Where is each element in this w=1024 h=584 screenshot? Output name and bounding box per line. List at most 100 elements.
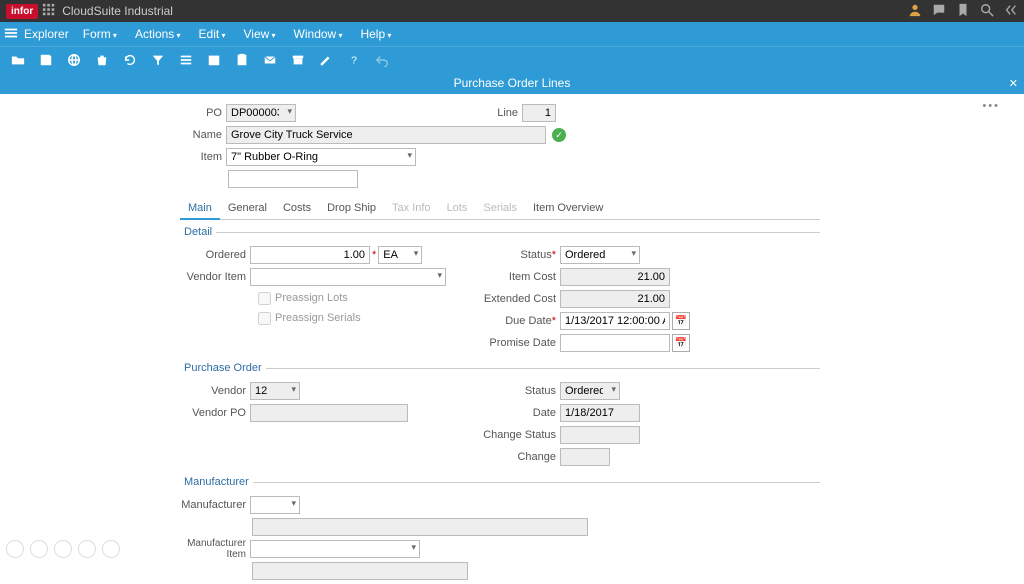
tab-lots: Lots xyxy=(439,198,476,219)
tab-costs[interactable]: Costs xyxy=(275,198,319,219)
globe-icon[interactable] xyxy=(62,50,86,70)
app-grid-icon[interactable] xyxy=(42,3,56,20)
mfr-legend: Manufacturer xyxy=(180,476,253,488)
preassign-lots-checkbox[interactable]: Preassign Lots xyxy=(180,288,480,308)
change-status-label: Change Status xyxy=(480,429,560,441)
refresh-icon[interactable] xyxy=(118,50,142,70)
menubar: Explorer Form Actions Edit View Window H… xyxy=(0,22,1024,46)
calendar-picker-icon[interactable]: 📅 xyxy=(672,312,690,330)
tab-main[interactable]: Main xyxy=(180,198,220,220)
detail-group: Detail Ordered * Vendor Item Preassign L… xyxy=(180,226,820,356)
menu-help[interactable]: Help xyxy=(360,27,391,41)
archive-icon[interactable] xyxy=(286,50,310,70)
po-label: PO xyxy=(0,107,226,119)
more-options-icon[interactable]: ••• xyxy=(982,100,1000,112)
mfr-group: Manufacturer Manufacturer Manufacturer I… xyxy=(180,476,820,584)
po-date-field xyxy=(560,404,640,422)
search-icon[interactable] xyxy=(980,3,994,20)
close-icon[interactable]: ✕ xyxy=(1009,77,1018,90)
vendor-item-field[interactable] xyxy=(250,268,446,286)
tab-tax-info: Tax Info xyxy=(384,198,439,219)
filter-icon[interactable] xyxy=(146,50,170,70)
vendor-po-label: Vendor PO xyxy=(180,407,250,419)
mfr-item-desc-field xyxy=(252,562,468,580)
svg-text:?: ? xyxy=(351,54,357,66)
line-label: Line xyxy=(486,107,522,119)
calendar-picker-icon-2[interactable]: 📅 xyxy=(672,334,690,352)
item-cost-label: Item Cost xyxy=(480,271,560,283)
detail-legend: Detail xyxy=(180,226,216,238)
due-date-field[interactable] xyxy=(560,312,670,330)
vendor-item-label: Vendor Item xyxy=(180,271,250,283)
valid-icon: ✓ xyxy=(552,128,566,142)
toolbar: ? xyxy=(0,46,1024,72)
tab-general[interactable]: General xyxy=(220,198,275,219)
po-field[interactable] xyxy=(226,104,296,122)
user-icon[interactable] xyxy=(908,3,922,20)
menu-view[interactable]: View xyxy=(243,27,275,41)
app-title: CloudSuite Industrial xyxy=(62,4,173,18)
po-group: Purchase Order Vendor Vendor PO Status xyxy=(180,362,820,470)
menu-form[interactable]: Form xyxy=(83,27,117,41)
mail-icon[interactable] xyxy=(258,50,282,70)
item-cost-field xyxy=(560,268,670,286)
item-extra-field[interactable] xyxy=(228,170,358,188)
chat-icon[interactable] xyxy=(932,3,946,20)
due-date-label: Due Date xyxy=(480,315,560,327)
edit-icon[interactable] xyxy=(314,50,338,70)
po-legend: Purchase Order xyxy=(180,362,266,374)
po-date-label: Date xyxy=(480,407,560,419)
menu-actions[interactable]: Actions xyxy=(135,27,181,41)
name-field xyxy=(226,126,546,144)
tab-item-overview[interactable]: Item Overview xyxy=(525,198,611,219)
uom-field[interactable] xyxy=(378,246,422,264)
undo-icon[interactable] xyxy=(370,50,394,70)
save-icon[interactable] xyxy=(34,50,58,70)
form-title: Purchase Order Lines xyxy=(0,76,1024,90)
infor-logo: infor xyxy=(6,4,38,19)
mfr-desc-field xyxy=(252,518,588,536)
vendor-label: Vendor xyxy=(180,385,250,397)
status-field[interactable] xyxy=(560,246,640,264)
titlebar: infor CloudSuite Industrial xyxy=(0,0,1024,22)
help-icon[interactable]: ? xyxy=(342,50,366,70)
promise-date-field[interactable] xyxy=(560,334,670,352)
mfr-item-field[interactable] xyxy=(250,540,420,558)
item-field[interactable] xyxy=(226,148,416,166)
list-icon[interactable] xyxy=(174,50,198,70)
clipboard-icon[interactable] xyxy=(230,50,254,70)
ordered-label: Ordered xyxy=(180,249,250,261)
ext-cost-field xyxy=(560,290,670,308)
po-status-label: Status xyxy=(480,385,560,397)
po-status-field[interactable] xyxy=(560,382,620,400)
hamburger-icon[interactable] xyxy=(4,26,18,43)
footer-indicators xyxy=(6,540,120,558)
line-field xyxy=(522,104,556,122)
tab-drop-ship[interactable]: Drop Ship xyxy=(319,198,384,219)
vendor-field[interactable] xyxy=(250,382,300,400)
name-label: Name xyxy=(0,129,226,141)
preassign-serials-checkbox[interactable]: Preassign Serials xyxy=(180,308,480,328)
tabs: Main General Costs Drop Ship Tax Info Lo… xyxy=(180,198,820,220)
ext-cost-label: Extended Cost xyxy=(480,293,560,305)
status-label: Status xyxy=(480,249,560,261)
ordered-field[interactable] xyxy=(250,246,370,264)
mfr-field[interactable] xyxy=(250,496,300,514)
form-header: Purchase Order Lines ✕ xyxy=(0,72,1024,94)
mfr-label: Manufacturer xyxy=(180,499,250,511)
calendar-icon[interactable] xyxy=(202,50,226,70)
vendor-po-field xyxy=(250,404,408,422)
delete-icon[interactable] xyxy=(90,50,114,70)
item-label: Item xyxy=(0,151,226,163)
menu-window[interactable]: Window xyxy=(294,27,343,41)
collapse-icon[interactable] xyxy=(1004,3,1018,20)
promise-date-label: Promise Date xyxy=(480,337,560,349)
change-field xyxy=(560,448,610,466)
tab-serials: Serials xyxy=(475,198,525,219)
mfr-item-label: Manufacturer Item xyxy=(180,538,250,560)
change-label: Change xyxy=(480,451,560,463)
open-icon[interactable] xyxy=(6,50,30,70)
menu-edit[interactable]: Edit xyxy=(199,27,226,41)
explorer-label[interactable]: Explorer xyxy=(24,27,69,41)
bookmark-icon[interactable] xyxy=(956,3,970,20)
